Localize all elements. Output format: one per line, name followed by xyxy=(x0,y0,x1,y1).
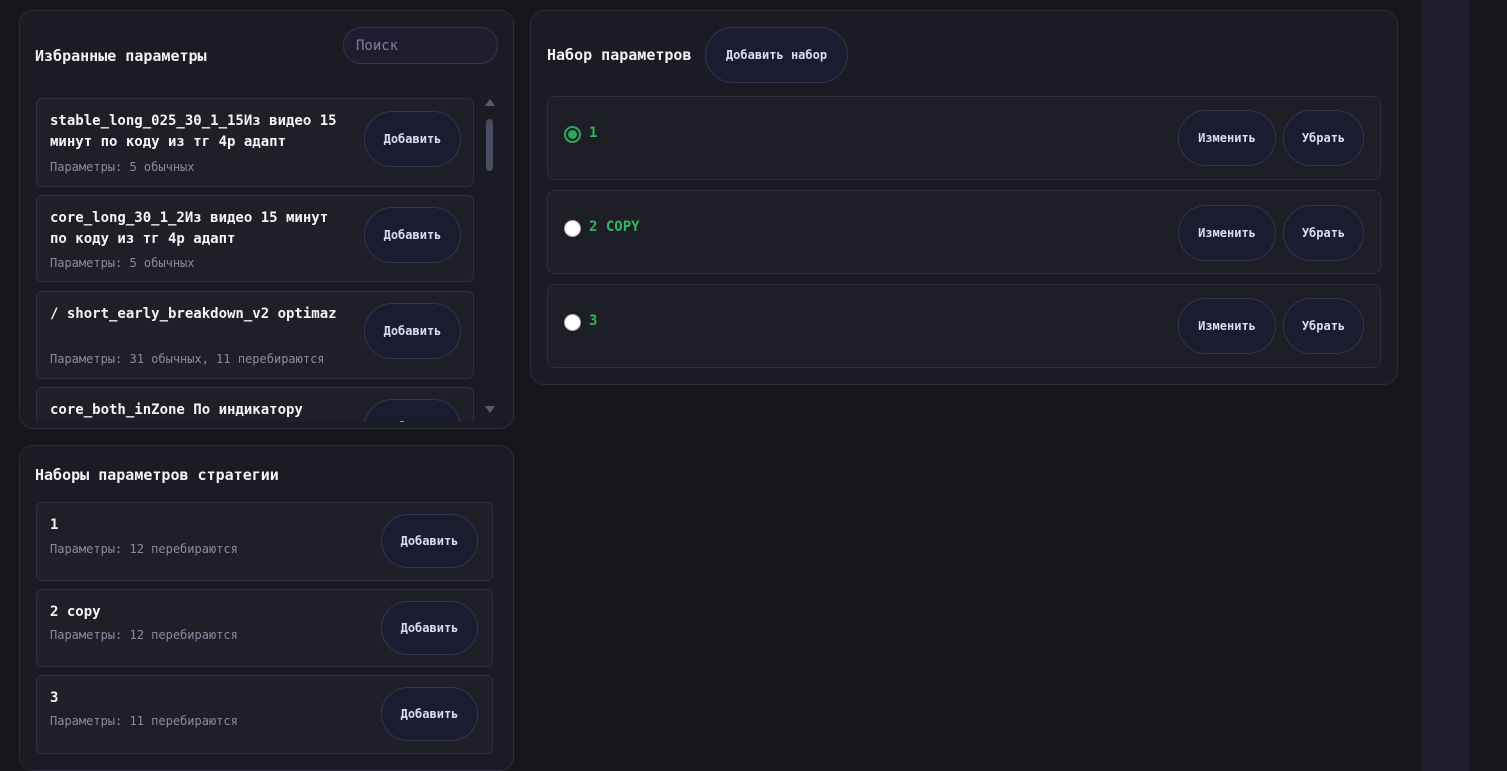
list-item: stable_long_025_30_1_15Из видео 15 минут… xyxy=(36,98,474,187)
remove-button[interactable]: Убрать xyxy=(1283,298,1364,354)
set-radio[interactable] xyxy=(564,220,581,237)
search-input[interactable] xyxy=(343,27,498,64)
scrollbar[interactable] xyxy=(484,99,496,413)
list-item: 1 Параметры: 12 перебираются Добавить xyxy=(36,502,493,581)
edit-button[interactable]: Изменить xyxy=(1178,205,1276,261)
item-params: Параметры: 12 перебираются xyxy=(50,542,238,556)
item-title: stable_long_025_30_1_15Из видео 15 минут… xyxy=(50,113,337,150)
item-params: Параметры: 11 перебираются xyxy=(50,714,238,728)
strategy-sets-title: Наборы параметров стратегии xyxy=(35,466,279,484)
list-item: core_long_30_1_2Из видео 15 минут по код… xyxy=(36,195,474,282)
scroll-up-icon[interactable] xyxy=(485,99,495,106)
list-item: core_both_inZone По индикатору Добавить xyxy=(36,387,474,422)
side-strip xyxy=(1422,0,1469,771)
item-params: Параметры: 5 обычных xyxy=(50,256,195,270)
item-title: / short_early_breakdown_v2 optimaz xyxy=(50,306,337,322)
add-set-button[interactable]: Добавить набор xyxy=(705,27,848,83)
set-row[interactable]: 3 Изменить Убрать xyxy=(547,284,1381,368)
param-set-title: Набор параметров xyxy=(547,46,692,64)
add-button[interactable]: Добавить xyxy=(364,303,461,359)
scroll-down-icon[interactable] xyxy=(485,406,495,413)
item-title: 3 xyxy=(50,690,59,706)
remove-button[interactable]: Убрать xyxy=(1283,205,1364,261)
favorites-panel: Избранные параметры stable_long_025_30_1… xyxy=(19,10,514,429)
set-label: 3 xyxy=(589,313,598,329)
item-params: Параметры: 5 обычных xyxy=(50,160,195,174)
param-set-panel: Набор параметров Добавить набор 1 Измени… xyxy=(530,10,1398,385)
set-label: 2 COPY xyxy=(589,219,640,235)
set-label: 1 xyxy=(589,125,598,141)
edit-button[interactable]: Изменить xyxy=(1178,110,1276,166)
item-title: 1 xyxy=(50,517,59,533)
edit-button[interactable]: Изменить xyxy=(1178,298,1276,354)
item-title: 2 copy xyxy=(50,604,101,620)
add-button[interactable]: Добавить xyxy=(364,207,461,263)
favorites-list[interactable]: stable_long_025_30_1_15Из видео 15 минут… xyxy=(36,98,476,422)
list-item: 3 Параметры: 11 перебираются Добавить xyxy=(36,675,493,754)
item-params: Параметры: 12 перебираются xyxy=(50,628,238,642)
list-item: 2 copy Параметры: 12 перебираются Добави… xyxy=(36,589,493,667)
add-button[interactable]: Добавить xyxy=(381,687,478,741)
set-row[interactable]: 2 COPY Изменить Убрать xyxy=(547,190,1381,274)
scroll-thumb[interactable] xyxy=(486,119,493,171)
add-button[interactable]: Добавить xyxy=(381,514,478,568)
add-button[interactable]: Добавить xyxy=(364,111,461,167)
favorites-title: Избранные параметры xyxy=(35,47,207,65)
add-button[interactable]: Добавить xyxy=(364,399,461,422)
list-item: / short_early_breakdown_v2 optimaz Парам… xyxy=(36,291,474,379)
strategy-sets-panel: Наборы параметров стратегии 1 Параметры:… xyxy=(19,445,514,771)
add-button[interactable]: Добавить xyxy=(381,601,478,655)
item-title: core_both_inZone По индикатору xyxy=(50,402,303,418)
set-row[interactable]: 1 Изменить Убрать xyxy=(547,96,1381,180)
set-radio[interactable] xyxy=(564,314,581,331)
item-title: core_long_30_1_2Из видео 15 минут по код… xyxy=(50,210,329,247)
item-params: Параметры: 31 обычных, 11 перебираются xyxy=(50,352,325,366)
set-radio[interactable] xyxy=(564,126,581,143)
remove-button[interactable]: Убрать xyxy=(1283,110,1364,166)
